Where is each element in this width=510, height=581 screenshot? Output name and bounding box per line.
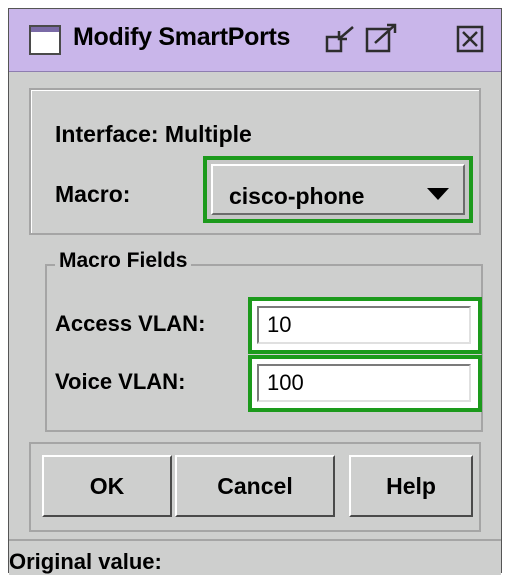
macro-dropdown[interactable]: cisco-phone <box>203 156 473 223</box>
close-icon[interactable] <box>453 23 489 57</box>
voice-vlan-label: Voice VLAN: <box>55 369 186 394</box>
voice-vlan-input[interactable] <box>257 364 471 402</box>
macro-selected-value: cisco-phone <box>229 183 365 209</box>
status-text: Original value: <box>9 549 162 574</box>
title-bar[interactable]: Modify SmartPorts <box>9 9 501 72</box>
macro-label: Macro: <box>55 181 131 207</box>
cancel-button[interactable]: Cancel <box>175 455 335 517</box>
dialog-window: Modify SmartPorts Interface: Multiple Ma… <box>8 8 502 575</box>
window-title: Modify SmartPorts <box>73 23 291 51</box>
minimize-icon[interactable] <box>323 23 359 57</box>
maximize-icon[interactable] <box>363 23 399 57</box>
access-vlan-field-frame <box>248 297 482 354</box>
interface-label: Interface: Multiple <box>55 121 252 147</box>
chevron-down-icon <box>427 188 449 207</box>
help-button[interactable]: Help <box>349 455 473 517</box>
voice-vlan-field-frame <box>248 355 482 412</box>
window-icon <box>29 25 61 55</box>
macro-fields-legend: Macro Fields <box>55 249 192 273</box>
access-vlan-input[interactable] <box>257 306 471 344</box>
ok-button[interactable]: OK <box>42 455 172 517</box>
access-vlan-label: Access VLAN: <box>55 311 206 336</box>
